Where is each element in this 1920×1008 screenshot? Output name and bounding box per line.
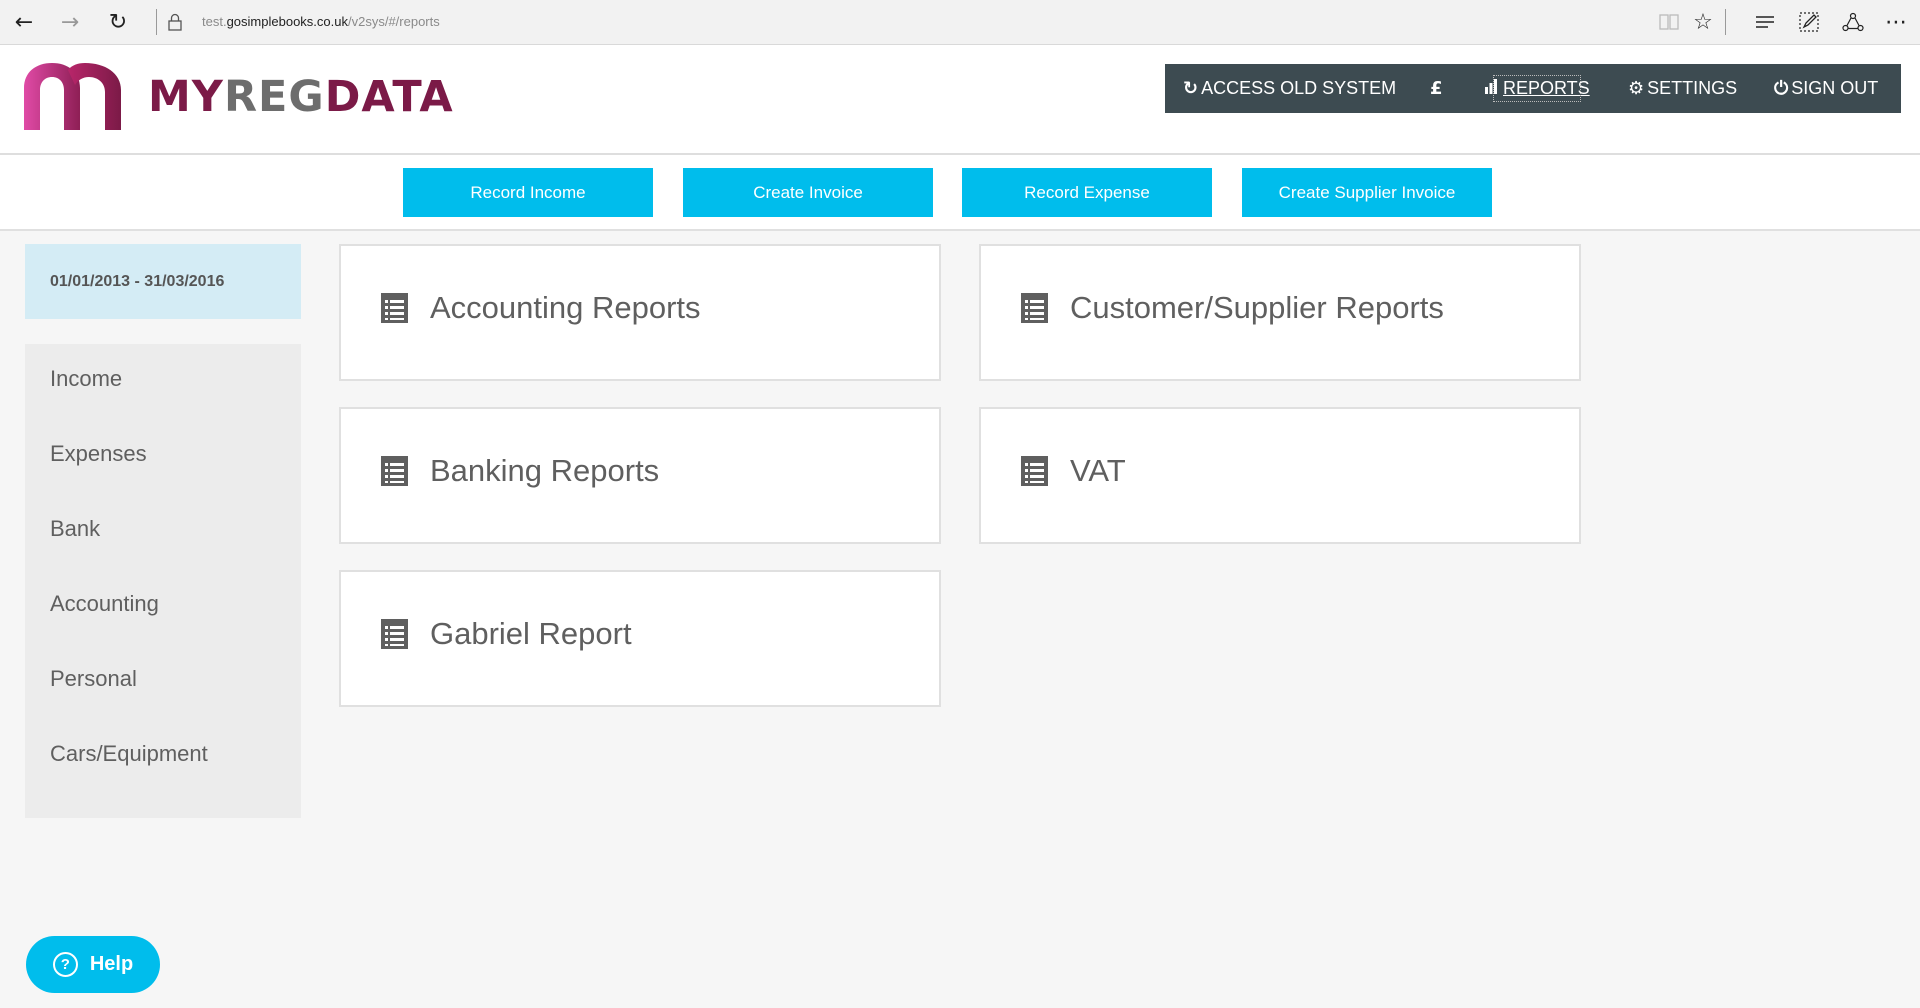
lock-icon	[166, 8, 184, 36]
report-card-title: Customer/Supplier Reports	[1070, 289, 1444, 325]
help-button[interactable]: ? Help	[26, 936, 160, 993]
nav-label: SETTINGS	[1647, 78, 1738, 98]
web-note-icon[interactable]	[1796, 8, 1822, 36]
record-income-button[interactable]: Record Income	[403, 168, 653, 217]
list-icon	[381, 618, 408, 649]
nav-currency[interactable]: £	[1430, 64, 1446, 113]
sidebar-menu: Income Expenses Bank Accounting Personal…	[25, 344, 301, 818]
toolbar-divider	[1725, 9, 1726, 35]
nav-sign-out[interactable]: ⏻ SIGN OUT	[1774, 64, 1878, 113]
forward-icon[interactable]: →	[56, 8, 84, 36]
date-range-selector[interactable]: 01/01/2013 - 31/03/2016	[25, 244, 301, 319]
nav-label: SIGN OUT	[1791, 78, 1879, 98]
report-card-customer-supplier[interactable]: Customer/Supplier Reports	[979, 244, 1581, 381]
question-circle-icon: ?	[52, 952, 78, 977]
reading-view-icon[interactable]	[1658, 8, 1680, 36]
url-host: gosimplebooks.co.uk	[226, 14, 348, 29]
report-card-title: VAT	[1070, 452, 1126, 488]
app-header: MYREGDATA ↻ ACCESS OLD SYSTEM £ REPORTS …	[0, 45, 1920, 155]
quick-actions-bar: Record Income Create Invoice Record Expe…	[0, 155, 1920, 231]
sidebar-item-cars-equipment[interactable]: Cars/Equipment	[25, 741, 301, 816]
top-navigation: ↻ ACCESS OLD SYSTEM £ REPORTS ⚙ SETTINGS…	[1165, 64, 1901, 113]
help-label: Help	[89, 953, 134, 975]
record-expense-button[interactable]: Record Expense	[962, 168, 1212, 217]
nav-settings[interactable]: ⚙ SETTINGS	[1628, 64, 1737, 113]
power-icon: ⏻	[1774, 78, 1789, 99]
list-icon	[381, 455, 408, 486]
sidebar-item-bank[interactable]: Bank	[25, 516, 301, 591]
toolbar-divider	[156, 9, 157, 35]
report-card-gabriel[interactable]: Gabriel Report	[339, 570, 941, 707]
logo-text-reg: REG	[223, 72, 325, 122]
report-card-title: Accounting Reports	[430, 289, 701, 325]
sidebar-item-accounting[interactable]: Accounting	[25, 591, 301, 666]
share-icon[interactable]	[1840, 8, 1866, 36]
nav-label: REPORTS	[1503, 78, 1590, 98]
logo-wordmark: MYREGDATA	[148, 72, 454, 122]
bar-chart-icon	[1484, 78, 1500, 99]
logo-text-data: DATA	[324, 72, 454, 122]
url-prefix: test.	[202, 14, 227, 29]
report-card-accounting[interactable]: Accounting Reports	[339, 244, 941, 381]
logo[interactable]: MYREGDATA	[22, 60, 454, 134]
report-card-vat[interactable]: VAT	[979, 407, 1581, 544]
list-icon	[1021, 292, 1048, 323]
browser-toolbar: ← → ↻ test.gosimplebooks.co.uk/v2sys/#/r…	[0, 0, 1920, 45]
hub-icon[interactable]	[1752, 8, 1778, 36]
favorite-star-icon[interactable]: ☆	[1690, 8, 1716, 36]
report-card-title: Banking Reports	[430, 452, 660, 488]
create-invoice-button[interactable]: Create Invoice	[683, 168, 933, 217]
pound-icon: £	[1430, 78, 1443, 99]
sidebar-item-expenses[interactable]: Expenses	[25, 441, 301, 516]
logo-text-my: MY	[148, 72, 224, 122]
nav-label: ACCESS OLD SYSTEM	[1201, 78, 1397, 98]
gear-icon: ⚙	[1628, 78, 1645, 99]
logo-mark-icon	[24, 63, 121, 130]
create-supplier-invoice-button[interactable]: Create Supplier Invoice	[1242, 168, 1492, 217]
report-card-banking[interactable]: Banking Reports	[339, 407, 941, 544]
report-card-title: Gabriel Report	[430, 615, 632, 651]
more-icon[interactable]: ⋯	[1883, 8, 1909, 36]
back-icon[interactable]: ←	[10, 8, 38, 36]
nav-access-old-system[interactable]: ↻ ACCESS OLD SYSTEM	[1183, 64, 1396, 113]
sidebar-item-personal[interactable]: Personal	[25, 666, 301, 741]
sidebar-item-income[interactable]: Income	[25, 366, 301, 441]
refresh-icon[interactable]: ↻	[104, 8, 132, 36]
list-icon	[381, 292, 408, 323]
url-path: /v2sys/#/reports	[347, 14, 440, 29]
list-icon	[1021, 455, 1048, 486]
refresh-icon: ↻	[1183, 78, 1199, 99]
address-bar[interactable]: test.gosimplebooks.co.uk/v2sys/#/reports	[202, 14, 440, 29]
nav-reports[interactable]: REPORTS	[1482, 64, 1592, 113]
